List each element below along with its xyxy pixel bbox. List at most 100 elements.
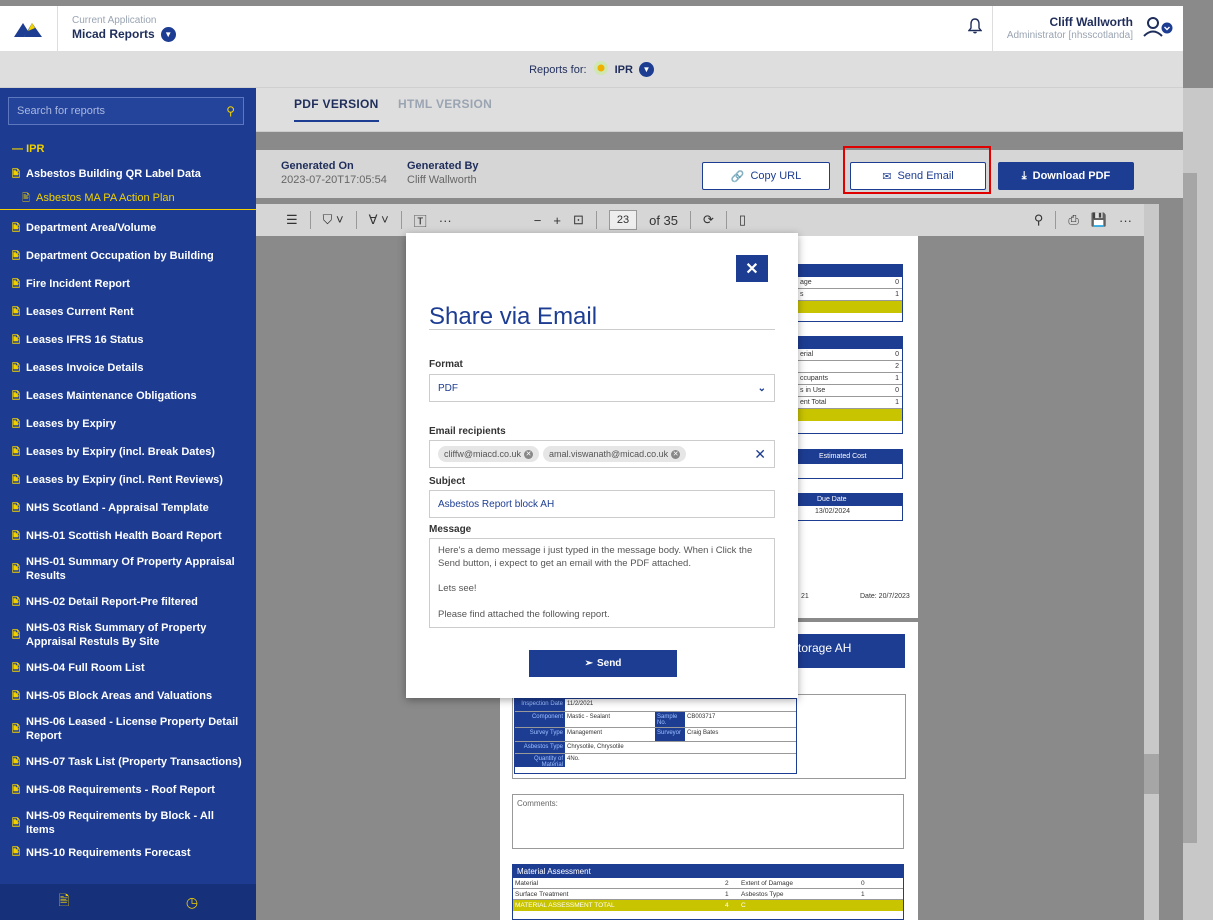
sidebar-item[interactable]: 🖹 NHS-01 Summary Of Property Appraisal Re… [0,550,256,588]
sidebar-item-label: Leases IFRS 16 Status [26,333,144,346]
current-application[interactable]: Current Application Micad Reports ▼ [58,15,176,43]
close-modal-button[interactable]: ✕ [736,255,768,282]
download-icon: ⤓ [1021,169,1027,182]
sidebar-item[interactable]: 🖹 NHS Scotland - Appraisal Template [0,494,256,522]
find-icon[interactable]: ⚲ [1034,212,1044,228]
highlight-tool-icon[interactable]: ⛉ ˅ [323,212,344,228]
send-icon: ➢ [584,658,593,669]
document-icon: 🖹 [12,563,21,575]
copy-url-button[interactable]: 🔗 Copy URL [702,162,830,190]
sidebar-item[interactable]: 🖹 Department Occupation by Building [0,242,256,270]
sidebar-item[interactable]: 🖹 NHS-06 Leased - License Property Detail… [0,710,256,748]
sidebar: Search for reports ⚲ — IPR 🖹 Asbestos Bui… [0,88,256,920]
group-header[interactable]: — IPR [12,143,44,155]
chevron-down-icon[interactable]: ▼ [160,27,176,43]
pdf-fragment: 1 [895,375,899,382]
history-tab-icon[interactable]: ◷ [128,884,256,920]
micad-logo[interactable] [0,5,58,52]
sidebar-item[interactable]: 🖹 NHS-10 Requirements Forecast [0,842,256,858]
reports-tab-icon[interactable]: 🖹 [0,884,128,920]
pdf-fragment: 1 [895,291,899,298]
user-avatar-icon[interactable] [1143,16,1173,41]
pdf-scrollbar[interactable] [1144,204,1159,920]
sidebar-item[interactable]: 🖹 Leases Maintenance Obligations [0,382,256,410]
pdf-fragment: ent Total [800,399,827,406]
pdf-inspection-label: Sample No. [655,712,685,727]
subject-input[interactable]: Asbestos Report block AH [429,490,775,518]
tab-pdf-version[interactable]: PDF VERSION [294,97,379,122]
fit-page-icon[interactable]: ⊡ [573,212,584,228]
sidebar-item-label: NHS-02 Detail Report-Pre filtered [26,595,198,608]
reports-for-value[interactable]: IPR [615,64,633,76]
pdf-comments-label: Comments: [512,794,904,849]
sidebar-item[interactable]: 🖹 Leases by Expiry [0,410,256,438]
page-scrollbar[interactable] [1183,88,1213,920]
draw-tool-icon[interactable]: ∀ ˅ [369,212,389,228]
sidebar-item-label: NHS-06 Leased - License Property Detail … [26,715,239,742]
text-tool-icon[interactable]: 🅃 [414,211,427,230]
download-pdf-button[interactable]: ⤓ Download PDF [998,162,1134,190]
sidebar-item-label: NHS-01 Scottish Health Board Report [26,529,222,542]
sidebar-item-active[interactable]: 🖹 Asbestos MA PA Action Plan [0,188,256,210]
rotate-icon[interactable]: ⟳ [703,212,714,228]
sidebar-item-label: Leases by Expiry (incl. Rent Reviews) [26,473,223,486]
sidebar-item[interactable]: 🖹 Leases Current Rent [0,298,256,326]
page-view-icon[interactable]: ▯ [739,212,746,228]
pdf-inspection-value: Craig Bates [687,730,719,736]
page-number-input[interactable]: 23 [608,210,638,230]
save-icon[interactable]: 💾 [1091,212,1107,228]
sidebar-item[interactable]: 🖹 NHS-01 Scottish Health Board Report [0,522,256,550]
sidebar-item[interactable]: 🖹 NHS-07 Task List (Property Transactions… [0,748,256,776]
sidebar-item[interactable]: 🖹 Fire Incident Report [0,270,256,298]
chevron-down-icon[interactable]: ▼ [638,62,654,77]
search-placeholder: Search for reports [17,105,106,117]
document-icon: 🖹 [12,168,21,180]
sidebar-item[interactable]: 🖹 NHS-04 Full Room List [0,654,256,682]
sidebar-item-label: Leases Invoice Details [26,361,144,374]
pdf-fragment: Date: 20/7/2023 [860,593,910,600]
format-select[interactable]: PDF ⌄ [429,374,775,402]
sidebar-item[interactable]: 🖹 Leases IFRS 16 Status [0,326,256,354]
highlight-box [843,146,991,194]
user-menu[interactable]: Cliff Wallworth Administrator [nhsscotla… [991,5,1183,52]
sidebar-item[interactable]: 🖹 Leases by Expiry (incl. Rent Reviews) [0,466,256,494]
bell-icon[interactable] [958,18,992,39]
more-options-icon[interactable]: ··· [1119,213,1132,228]
sidebar-item[interactable]: 🖹 Asbestos Building QR Label Data [0,160,256,188]
search-icon[interactable]: ⚲ [226,104,235,118]
search-input[interactable]: Search for reports ⚲ [8,97,244,125]
sidebar-item[interactable]: 🖹 NHS-02 Detail Report-Pre filtered [0,588,256,616]
pdf-inspection-label: Survey Type [515,728,565,741]
clear-recipients-icon[interactable]: ✕ [754,446,766,463]
remove-chip-icon[interactable]: ✕ [524,449,533,459]
recipient-chip: amal.viswanath@micad.co.uk ✕ [543,446,687,462]
document-icon: 🖹 [12,662,21,674]
sidebar-item[interactable]: 🖹 Leases by Expiry (incl. Break Dates) [0,438,256,466]
generated-by-value: Cliff Wallworth [407,173,477,186]
contents-icon[interactable]: ☰ [286,212,298,228]
version-tabs: PDF VERSION HTML VERSION [256,88,1183,132]
sidebar-item-label: NHS-10 Requirements Forecast [26,847,191,858]
sidebar-item[interactable]: 🖹 NHS-03 Risk Summary of Property Apprais… [0,616,256,654]
recipients-field[interactable]: cliffw@miacd.co.uk ✕ amal.viswanath@micad… [429,440,775,468]
more-tools-icon[interactable]: ··· [439,213,452,228]
sidebar-item[interactable]: 🖹 NHS-05 Block Areas and Valuations [0,682,256,710]
message-textarea[interactable]: Here's a demo message i just typed in th… [429,538,775,628]
sidebar-item[interactable]: 🖹 Leases Invoice Details [0,354,256,382]
chevron-down-icon[interactable]: ⌄ [758,383,766,394]
page-count: of 35 [649,212,679,228]
document-icon: 🖹 [12,250,21,262]
pdf-inspection-label: Quantity of Material [515,754,565,768]
send-button[interactable]: ➢ Send [529,650,677,677]
pdf-ma-label: Material [515,880,539,887]
pdf-inspection-label: Surveyor [655,728,685,741]
sidebar-item[interactable]: 🖹 NHS-09 Requirements by Block - All Item… [0,804,256,842]
remove-chip-icon[interactable]: ✕ [671,449,681,459]
document-icon: 🖹 [12,362,21,374]
sidebar-item[interactable]: 🖹 Department Area/Volume [0,214,256,242]
tab-html-version[interactable]: HTML VERSION [398,97,492,111]
sidebar-item[interactable]: 🖹 NHS-08 Requirements - Roof Report [0,776,256,804]
zoom-in-icon[interactable]: + [553,213,561,228]
print-icon[interactable]: ⎙ [1068,212,1078,228]
zoom-out-icon[interactable]: − [534,213,542,228]
